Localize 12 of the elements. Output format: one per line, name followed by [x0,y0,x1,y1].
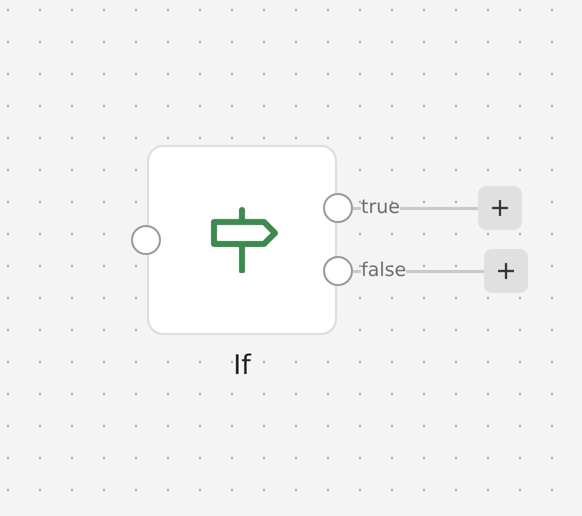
signpost-icon [208,207,278,273]
output-handle[interactable] [323,256,353,286]
input-handle[interactable] [131,225,161,255]
node-label: If [232,350,252,381]
output-label: false [361,260,406,282]
node-card[interactable] [147,145,337,335]
plus-icon [491,199,509,217]
output-label: true [361,198,400,218]
plus-icon [497,262,516,280]
output-handle[interactable] [323,193,353,223]
add-node-button[interactable] [484,249,528,293]
add-node-button[interactable] [478,186,522,230]
